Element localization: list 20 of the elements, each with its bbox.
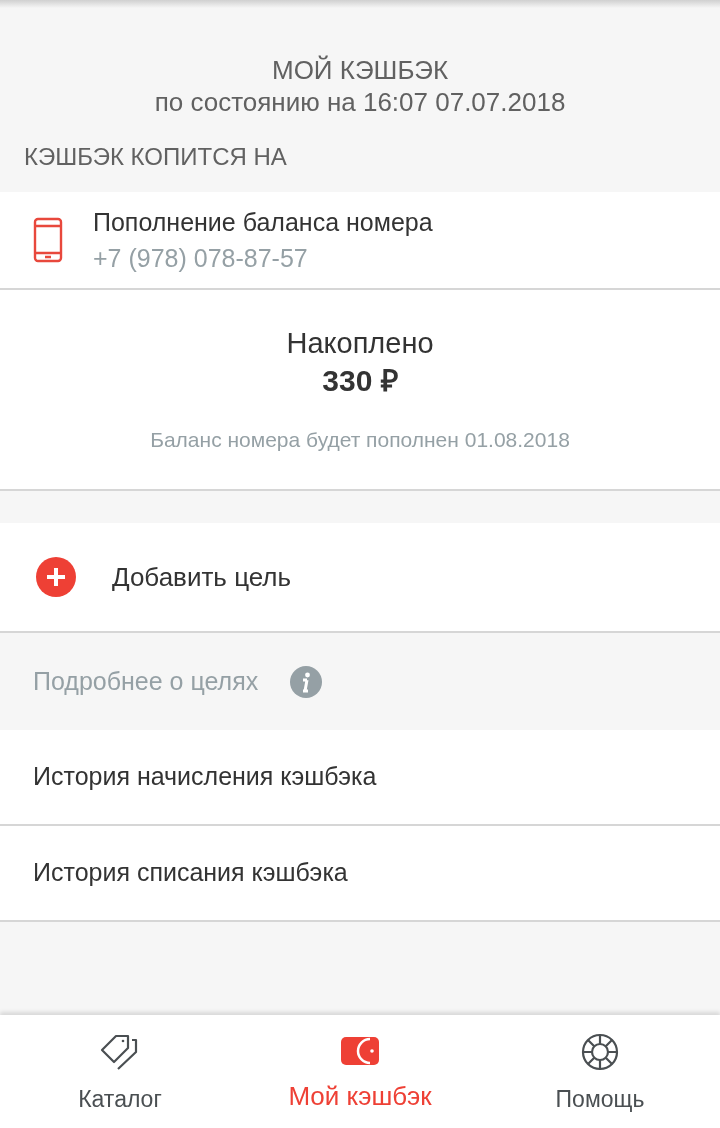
lifebuoy-icon <box>580 1031 620 1072</box>
cashback-target-row[interactable]: Пополнение баланса номера +7 (978) 078-87-57 <box>0 192 720 290</box>
history-row[interactable]: История начисления кэшбэка <box>0 730 720 826</box>
top-up-note: Баланс номера будет пополнен 01.08.2018 <box>150 427 570 453</box>
nav-tab[interactable]: Мой кэшбэк <box>240 1015 480 1128</box>
section-title: КЭШБЭК КОПИТСЯ НА <box>24 142 287 172</box>
accumulated-label: Накоплено <box>286 326 434 361</box>
target-title: Пополнение баланса номера <box>93 207 433 238</box>
wallet-icon <box>340 1035 380 1067</box>
phone-number: +7 (978) 078-87-57 <box>93 243 309 274</box>
accumulated-amount: 330 ₽ <box>322 363 398 399</box>
status-date: по состоянию на 16:07 07.07.2018 <box>154 86 566 118</box>
nav-tab[interactable]: Помощь <box>480 1015 720 1128</box>
page-title: МОЙ КЭШБЭК <box>271 54 449 86</box>
plus-icon <box>36 557 76 597</box>
history-row[interactable]: История списания кэшбэка <box>0 826 720 922</box>
add-goal-button[interactable]: Добавить цель <box>0 523 720 633</box>
info-icon[interactable] <box>290 665 323 698</box>
phone-icon <box>33 217 63 263</box>
nav-tab[interactable]: Каталог <box>0 1015 240 1128</box>
